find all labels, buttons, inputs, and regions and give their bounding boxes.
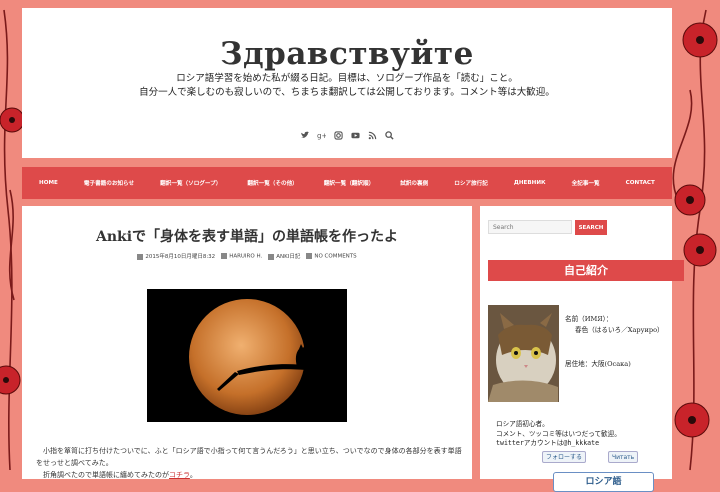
post-date: 2015年8月10日月曜日8:32 [137, 252, 215, 260]
post-category-text: ANKI日記 [276, 254, 301, 260]
post-image-moon [147, 289, 347, 422]
profile-name-label: 名前（ИМЯ）： [565, 315, 613, 323]
nav-item-translations-other[interactable]: 翻訳一覧（その他） [247, 179, 297, 187]
nav-item-behind-the-scenes[interactable]: 試訳の裏側 [400, 179, 428, 187]
post-comments-text: NO COMMENTS [314, 253, 357, 260]
profile-note-line3: twitterアカウントは@h_kkkate [496, 439, 600, 447]
search-input[interactable] [488, 220, 572, 234]
comment-icon [306, 252, 313, 259]
twitter-follow-label: フォローする [546, 454, 583, 461]
main-navigation: HOME 電子書籍のお知らせ 翻訳一覧（ソログープ） 翻訳一覧（その他） 翻訳一… [22, 167, 672, 199]
site-description: ロシア語学習を始めた私が綴る日記。目標は、ソログープ作品を「読む」こと。 自分一… [22, 72, 672, 100]
profile-name: 名前（ИМЯ）： 春色（はるいろ／Харуиро） [565, 314, 665, 336]
nav-item-russia-travel[interactable]: ロシア旅行記 [454, 179, 488, 187]
profile-avatar [488, 305, 559, 402]
rss-icon[interactable] [368, 125, 377, 140]
profile-note: ロシア語初心者。 コメント、ツッコミ等はいつだって歓迎。 twitterアカウン… [496, 420, 666, 449]
folder-icon [268, 253, 275, 260]
nav-item-dnevnik[interactable]: ДНЕВНИК [514, 180, 546, 186]
site-description-line1: ロシア語学習を始めた私が綴る日記。目標は、ソログープ作品を「読む」こと。 [176, 73, 518, 84]
post-body-link[interactable]: コチラ [169, 471, 190, 479]
twitter-follow-button[interactable]: フォローする [542, 451, 587, 463]
post-category[interactable]: ANKI日記 [268, 252, 300, 260]
post-author[interactable]: HARUIRO H. [221, 252, 263, 260]
calendar-icon [137, 253, 144, 260]
read-button-label: Читать [612, 454, 635, 461]
post-body-line2-suffix: 。 [189, 471, 197, 479]
main-content: Ankiで「身体を表す単語」の単語帳を作ったよ 2015年8月10日月曜日8:3… [22, 206, 472, 479]
profile-name-value: 春色（はるいろ／Харуиро） [575, 326, 664, 334]
site-title[interactable]: Здравствуйте [22, 36, 672, 72]
post-body-paragraph-2: 折角調べたので単語帳に纏めてみたのがコチラ。 [36, 469, 466, 481]
nav-item-all-posts[interactable]: 全記事一覧 [572, 179, 600, 187]
post-author-text: HARUIRO H. [229, 253, 263, 260]
profile-note-line1: ロシア語初心者。 [496, 420, 549, 428]
post-body: 小指を箪笥に打ち付けたついでに、ふと「ロシア語で小指って何て言うんだろう」と思い… [36, 445, 466, 481]
instagram-icon[interactable] [334, 125, 343, 140]
profile-note-line2: コメント、ツッコミ等はいつだって歓迎。 [496, 429, 621, 438]
post-body-line2-prefix: 折角調べたので単語帳に纏めてみたのが [43, 471, 169, 479]
svg-text:g+: g+ [317, 131, 326, 140]
sidebar: SEARCH 自己紹介 名前（ИМЯ）： 春色（はるいろ／Харуиро） 居住… [480, 206, 684, 492]
profile-location: 居住地：大阪(Осака) [565, 360, 631, 368]
social-links: g+ [22, 125, 672, 140]
google-plus-icon[interactable]: g+ [317, 125, 328, 140]
search-icon[interactable] [385, 125, 394, 140]
twitter-icon[interactable] [300, 125, 309, 139]
post-title[interactable]: Ankiで「身体を表す単語」の単語帳を作ったよ [22, 226, 472, 246]
site-header: Здравствуйте ロシア語学習を始めた私が綴る日記。目標は、ソログープ作… [22, 8, 672, 158]
profile-widget-title: 自己紹介 [488, 260, 684, 281]
nav-item-translations-sologub[interactable]: 翻訳一覧（ソログープ） [160, 179, 221, 187]
post-meta: 2015年8月10日月曜日8:32 HARUIRO H. ANKI日記 NO C… [22, 252, 472, 260]
nav-item-contact[interactable]: CONTACT [626, 180, 655, 186]
page-container: Здравствуйте ロシア語学習を始めた私が綴る日記。目標は、ソログープ作… [22, 8, 684, 492]
russian-language-button[interactable]: ロシア語 [553, 472, 654, 492]
post-comments[interactable]: NO COMMENTS [306, 252, 357, 260]
user-icon [221, 252, 228, 259]
youtube-icon[interactable] [351, 125, 360, 139]
nav-item-ebook[interactable]: 電子書籍のお知らせ [84, 179, 134, 187]
post-date-text: 2015年8月10日月曜日8:32 [145, 254, 216, 260]
post-body-paragraph-1: 小指を箪笥に打ち付けたついでに、ふと「ロシア語で小指って何て言うんだろう」と思い… [36, 447, 462, 467]
read-button[interactable]: Читать [608, 451, 639, 463]
nav-item-translations-order[interactable]: 翻訳一覧（翻訳順） [324, 179, 374, 187]
search-button[interactable]: SEARCH [575, 220, 607, 235]
site-description-line2: 自分一人で楽しむのも寂しいので、ちまちま翻訳しては公開しております。コメント等は… [139, 87, 555, 98]
nav-item-home[interactable]: HOME [39, 180, 58, 186]
